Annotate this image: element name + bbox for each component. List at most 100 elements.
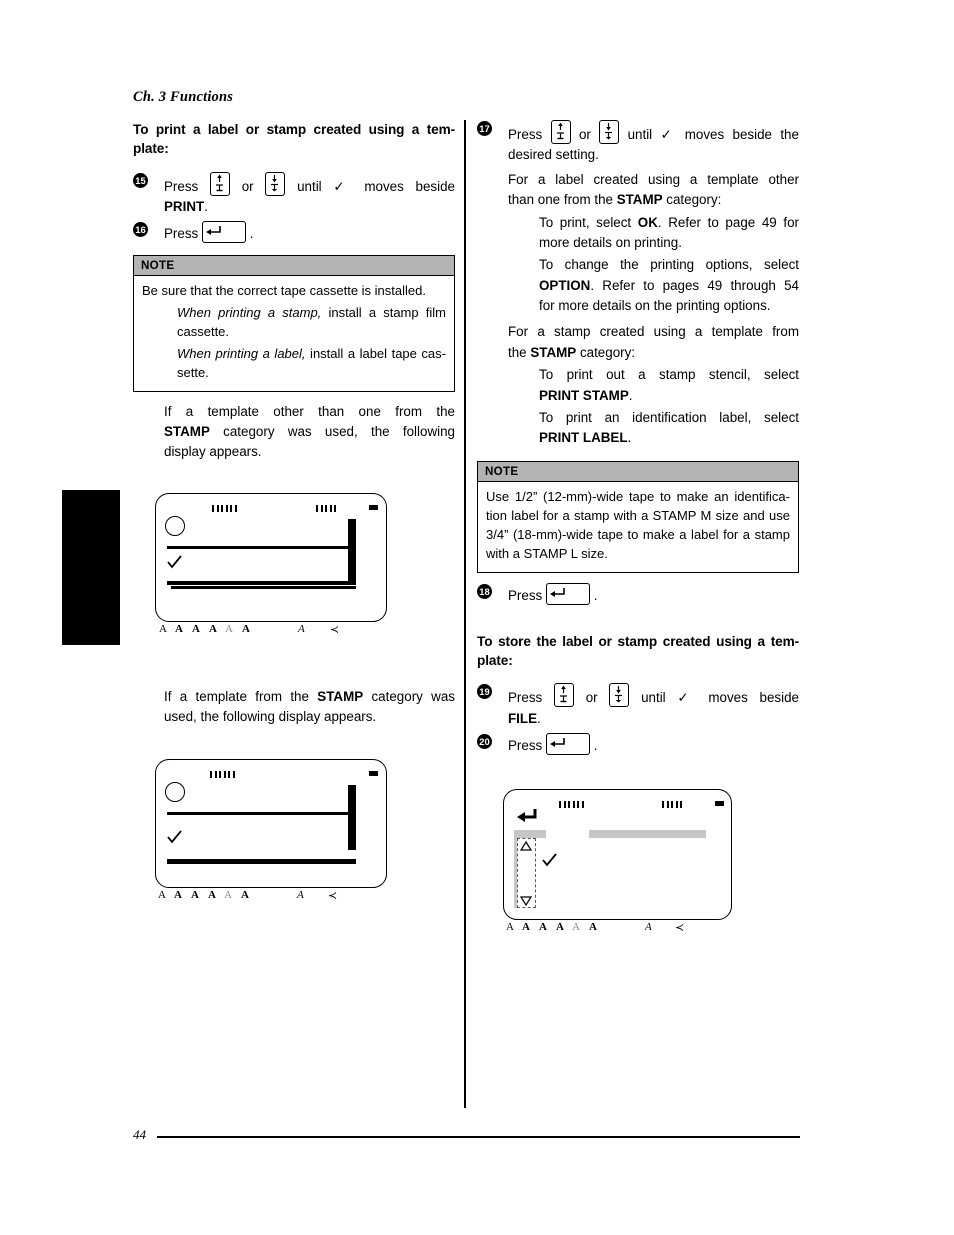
lcd3-icon-a5: A [572,920,580,933]
para-label-line2-a: than one from the [508,192,617,208]
sub-item-print-label: To print an identification label, select… [477,408,799,449]
para-label-line2: than one from the STAMP category: [508,192,721,207]
lcd3-icon-a6: A [589,920,597,933]
step-19-period: . [537,710,541,726]
lcd3-scroll-down-triangle-icon[interactable] [519,894,533,912]
note-body: Use 1/2” (12-mm)-wide tape to make an id… [478,482,798,572]
sub-option-line2-rest: . Refer to pages 49 through 54 [590,277,799,293]
note-item-1-emphasis: When printing a stamp, [177,304,322,320]
lcd-display-non-stamp [155,492,387,622]
down-arrow-key-icon[interactable] [599,120,620,144]
step-19-or-label: or [585,690,598,706]
lcd2-icon-a5: A [224,889,232,902]
left-column: To print a label or stamp created using … [133,120,455,905]
step-16-period: . [249,226,254,242]
lcd2-icon-a6: A [241,889,249,902]
chapter-thumb-tab [62,490,120,645]
lcd-display-1-wrap: A A A A A A A ≺ [155,492,455,639]
lcd-display-2-wrap: A A A A A A A ≺ [155,759,455,905]
step-17-number: 17 [477,121,492,136]
down-arrow-key-icon[interactable] [609,683,630,708]
lcd3-enter-arrow-icon [515,807,540,832]
step-19-number: 19 [477,684,492,700]
lcd3-icon-cut: ≺ [675,921,685,934]
step-17-line1: Press or until ✓ moves beside the [508,120,799,145]
lcd1-circle-icon [165,515,185,536]
lcd3-icon-a4: A [556,920,564,933]
note-box-tape-width: NOTE Use 1/2” (12-mm)-wide tape to make … [477,460,799,573]
note-item-2-emphasis: When printing a label, [177,345,306,361]
lcd3-icon-a1: A [506,920,514,933]
step-17-or-label: or [578,127,591,142]
step-19-press-label: Press [508,690,543,706]
para-non-stamp-line3: display appears. [164,444,262,460]
enter-key-icon[interactable] [545,582,590,605]
note-item-2-line1: When printing a label, install a label t… [177,345,446,364]
step-18: 18 Press . [477,582,799,606]
footer-rule [157,1136,800,1139]
step-16-line1: Press . [164,221,455,244]
para-stamp-line1-a: If a template from the [164,688,318,704]
lcd1-horizontal-rule-top [167,545,351,549]
note-item-2-line2: sette. [177,364,209,380]
note-right-line-3: 3/4” (18-mm)-wide tape to make a label f… [486,526,790,542]
para-stamp-template-right: For a stamp created using a template fro… [477,322,799,363]
left-section-heading-line1: To print a label or stamp created using … [133,122,455,137]
step-15-line2: PRINT. [164,197,455,217]
step-19: 19 Press or until ✓ moves beside FILE. [477,683,799,729]
lcd1-icon-a5: A [225,622,233,635]
sub-option-bold: OPTION [539,277,591,293]
sub-item-ok: To print, select OK. Refer to page 49 fo… [477,213,799,254]
lcd3-scroll-up-triangle-icon[interactable] [519,839,533,857]
lcd3-icon-a7: A [645,920,652,933]
step-15-or-label: or [241,178,254,194]
lcd2-right-vertical-bar [348,785,356,851]
step-16-press-label: Press [164,226,199,242]
page-canvas: Ch. 3 Functions To print a label or stam… [0,0,954,1235]
note-header-label: NOTE [478,461,798,482]
sub-ok-line2: more details on printing. [539,234,682,250]
sub-print-stamp-line2: PRINT STAMP. [539,388,633,403]
para-stamp-r-line2-b: category: [576,344,636,360]
sub-print-label-line2: PRINT LABEL. [539,430,631,445]
lcd3-status-icons: A A A A A A A ≺ [503,921,732,937]
lcd2-icon-a2: A [174,889,182,902]
lcd3-gray-field-right [589,829,706,838]
lcd1-icon-a3: A [192,622,200,635]
step-16: 16 Press . [133,221,455,244]
lcd1-icon-a4: A [209,622,217,635]
up-arrow-key-icon[interactable] [553,683,574,708]
left-section-heading-line2: plate: [133,141,169,157]
lcd3-icon-a3: A [539,920,547,933]
step-19-line1: Press or until ✓ moves beside [508,683,799,708]
step-20: 20 Press . [477,733,799,756]
enter-key-icon[interactable] [201,221,246,244]
lcd1-mode-indicator [369,504,378,510]
para-non-stamp-line2-rest: category was used, the following [209,423,455,439]
para-stamp-line1-b: category was [363,688,455,704]
step-15-period: . [204,198,208,214]
step-18-line1: Press . [508,582,799,606]
enter-key-icon[interactable] [545,733,590,756]
step-19-line2: FILE. [508,709,799,729]
lcd1-checkmark-icon [167,554,183,575]
lcd3-dash-group-left [559,800,584,808]
lcd3-icon-a2: A [522,920,530,933]
para-stamp-line1: If a template from the STAMP category wa… [164,687,455,707]
sub-option-line1: To change the printing options, select [539,257,799,273]
lcd2-icon-a1: A [158,889,166,902]
note-right-paragraph: Use 1/2” (12-mm)-wide tape to make an id… [486,488,790,564]
up-arrow-key-icon[interactable] [550,120,571,144]
lcd2-horizontal-rule-top [167,812,351,816]
note-line-1: Be sure that the correct tape cassette i… [142,282,426,298]
lcd1-dash-group-left [212,504,237,512]
up-arrow-key-icon[interactable] [209,171,230,196]
note-right-line-2: tion label for a stamp with a STAMP M si… [486,507,790,523]
step-15-until-label: until ✓ moves beside [297,178,455,194]
lcd2-icon-a7: A [297,889,304,902]
step-18-number: 18 [477,583,492,599]
step-20-number: 20 [477,734,492,750]
down-arrow-key-icon[interactable] [265,171,286,196]
lcd2-horizontal-rule-bottom [167,859,356,865]
step-17-until-label: until ✓ moves beside the [627,127,799,142]
